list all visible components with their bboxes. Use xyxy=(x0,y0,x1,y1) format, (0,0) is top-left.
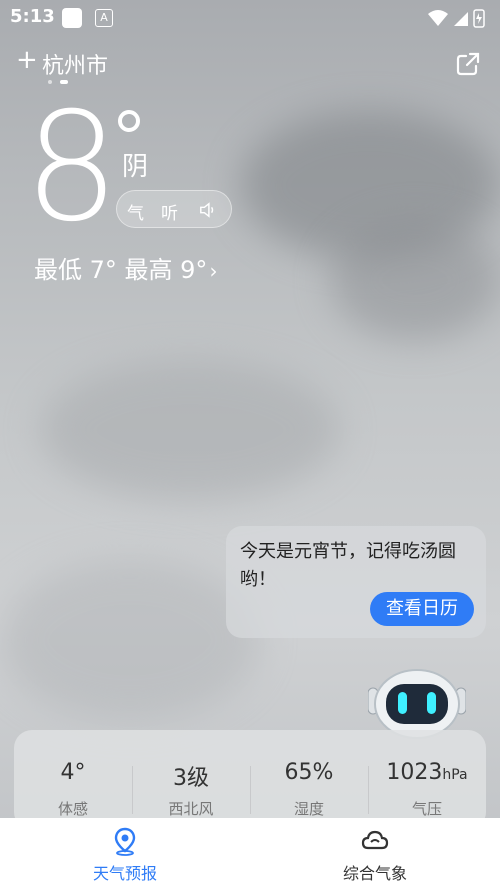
listen-label-2: 听 xyxy=(161,204,178,224)
listen-weather-button[interactable]: 气 听 xyxy=(116,190,232,228)
status-time: 5:13 xyxy=(10,6,55,27)
min-max-temperature[interactable]: 最低 7° 最高 9° › xyxy=(34,250,217,285)
weather-condition: 阴 xyxy=(122,152,149,182)
tab-label: 综合气象 xyxy=(342,864,407,883)
stat-label: 气压 xyxy=(411,800,442,818)
pressure-unit: hPa xyxy=(442,767,468,783)
degree-symbol xyxy=(118,110,140,132)
bottom-navigation: 天气预报 综合气象 xyxy=(0,818,500,888)
share-icon[interactable] xyxy=(454,50,482,78)
pressure-value: 1023 xyxy=(386,760,443,785)
stat-humidity: 65% 湿度 xyxy=(250,730,368,830)
view-calendar-button[interactable]: 查看日历 xyxy=(370,592,474,626)
cloud-shape xyxy=(40,360,340,500)
stat-label: 西北风 xyxy=(168,800,214,818)
stat-feels-like: 4° 体感 xyxy=(14,730,132,830)
notification-icon xyxy=(62,8,82,28)
speaker-icon xyxy=(200,202,214,218)
stat-label: 湿度 xyxy=(293,800,324,818)
cloud-shape xyxy=(330,220,500,340)
tab-comprehensive-weather[interactable]: 综合气象 xyxy=(250,818,500,888)
stat-pressure: 1023hPa 气压 xyxy=(368,730,486,830)
cloud-icon xyxy=(361,830,389,850)
tab-label: 天气预报 xyxy=(92,864,157,883)
stat-value: 1023hPa xyxy=(368,760,486,785)
add-city-button[interactable]: + xyxy=(16,46,38,74)
stat-label: 体感 xyxy=(57,800,88,818)
location-pin-icon xyxy=(114,827,136,856)
cloud-shape xyxy=(0,560,260,720)
stat-wind: 3级 西北风 xyxy=(132,730,250,830)
tab-weather-forecast[interactable]: 天气预报 xyxy=(0,818,250,888)
stat-value: 3级 xyxy=(173,766,209,791)
stat-value: 4° xyxy=(60,760,86,785)
tip-message: 今天是元宵节，记得吃汤圆哟！ xyxy=(240,541,456,590)
min-max-text: 最低 7° 最高 9° xyxy=(34,256,208,284)
status-icons xyxy=(428,9,485,28)
city-name[interactable]: 杭州市 xyxy=(42,48,108,80)
assistant-tip-bubble: 今天是元宵节，记得吃汤圆哟！ 查看日历 xyxy=(226,526,486,638)
status-bar: 5:13 A xyxy=(0,0,500,36)
chevron-right-icon: › xyxy=(209,259,218,283)
app-badge-icon: A xyxy=(95,9,113,27)
weather-details-card: 4° 体感 3级 西北风 65% 湿度 1023hPa 气压 xyxy=(14,730,486,830)
stat-value: 65% xyxy=(284,760,334,785)
listen-label-1: 气 xyxy=(127,204,144,224)
current-temperature: 8 xyxy=(24,81,120,255)
